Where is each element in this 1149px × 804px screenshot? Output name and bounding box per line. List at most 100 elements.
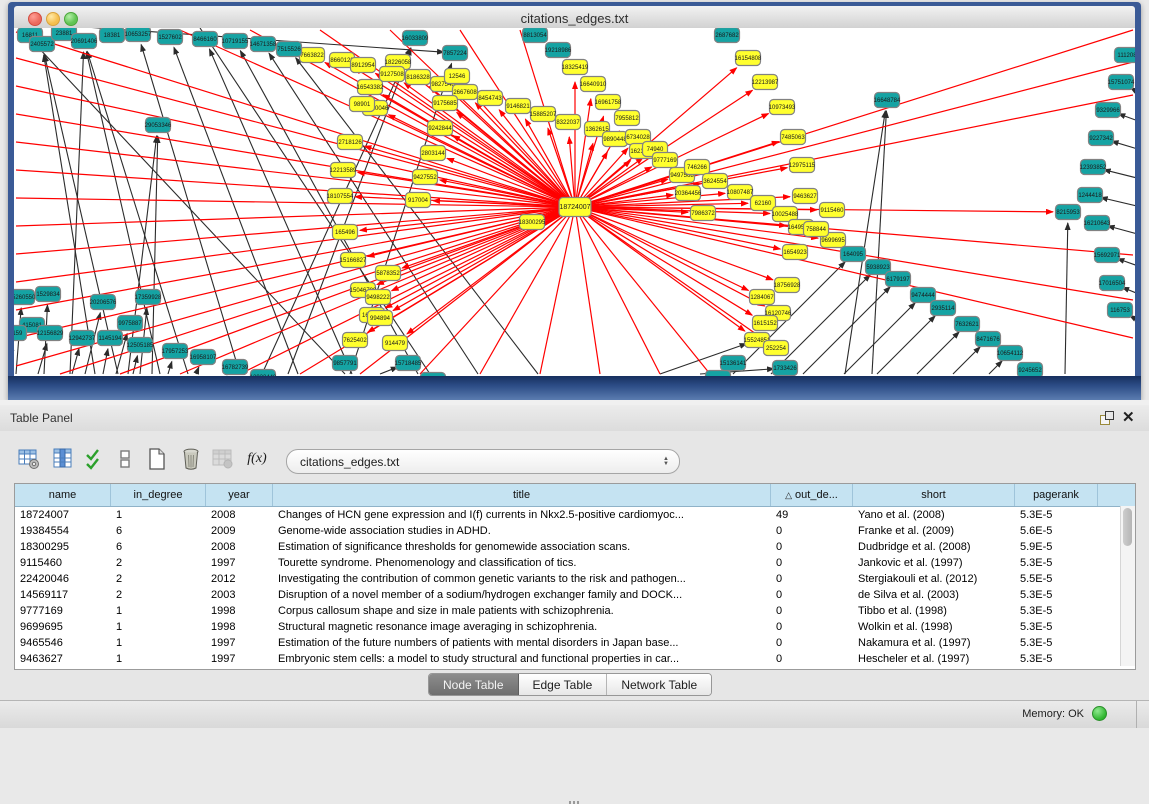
table-cell[interactable]: 1 [111,635,206,651]
graph-node[interactable]: 7857224 [443,46,468,61]
graph-node[interactable]: 2718126 [338,135,363,150]
graph-node[interactable]: 8471676 [976,332,1001,347]
table-cell[interactable]: 0 [771,523,853,539]
table-row[interactable]: 1938455462009Genome-wide association stu… [15,523,1135,539]
graph-node[interactable]: 12942737 [69,331,96,346]
graph-node[interactable]: 6179197 [886,272,911,287]
graph-node[interactable]: 15692971 [1094,248,1121,263]
graph-node[interactable]: 16958107 [190,350,217,365]
graph-node[interactable]: 8466160 [193,32,218,47]
table-cell[interactable]: 19384554 [15,523,111,539]
table-cell[interactable]: 5.9E-5 [1015,539,1098,555]
graph-node[interactable]: 9242844 [428,121,453,136]
table-cell[interactable]: 5.3E-5 [1015,587,1098,603]
graph-node[interactable]: 15136141 [720,356,747,371]
graph-node[interactable]: 914479 [383,336,408,351]
graph-node[interactable]: 18107554 [327,189,354,204]
table-cell[interactable]: Genome-wide association studies in ADHD. [273,523,771,539]
table-cell[interactable]: 0 [771,571,853,587]
float-panel-icon[interactable] [1100,411,1114,425]
graph-node[interactable]: 25260550 [14,290,36,305]
table-cell[interactable]: 0 [771,603,853,619]
column-header-out_de[interactable]: △out_de... [771,484,853,506]
delete-rows-icon[interactable] [178,446,204,472]
table-cell[interactable]: Estimation of significance thresholds fo… [273,539,771,555]
scrollbar-thumb[interactable] [1123,508,1132,546]
graph-node[interactable]: 3624554 [703,174,728,189]
new-table-icon[interactable] [144,446,170,472]
table-cell[interactable]: 5.5E-5 [1015,571,1098,587]
table-row[interactable]: 1872400712008Changes of HCN gene express… [15,507,1135,523]
graph-node[interactable]: 111208 [1115,48,1136,63]
graph-node[interactable]: 12156829 [37,326,64,341]
table-cell[interactable]: 6 [111,539,206,555]
graph-node[interactable]: 1244418 [1078,188,1103,203]
graph-node[interactable]: 15718485 [395,356,422,371]
graph-node[interactable]: 7986372 [691,206,716,221]
table-cell[interactable]: 1 [111,651,206,667]
graph-node[interactable]: 7955812 [615,111,640,126]
table-cell[interactable]: 0 [771,587,853,603]
graph-node[interactable]: 20691406 [71,34,98,49]
table-cell[interactable]: Estimation of the future numbers of pati… [273,635,771,651]
graph-node[interactable]: 758844 [804,222,829,237]
column-header-title[interactable]: title [273,484,771,506]
graph-node[interactable]: 16640910 [580,77,607,92]
graph-node[interactable]: 1733426 [773,361,798,376]
close-icon[interactable]: ✕ [1122,408,1135,426]
table-cell[interactable]: 9699695 [15,619,111,635]
table-cell[interactable]: Stergiakouli et al. (2012) [853,571,1015,587]
graph-node[interactable]: 10807487 [727,185,754,200]
graph-node[interactable]: 16648784 [874,93,901,108]
graph-node[interactable]: 9777169 [653,153,678,168]
column-header-name[interactable]: name [15,484,111,506]
table-cell[interactable]: 49 [771,507,853,523]
graph-node[interactable]: 12213987 [752,75,779,90]
graph-node-hub[interactable]: 18724007 [559,198,591,217]
graph-node[interactable]: 18756928 [774,278,801,293]
table-cell[interactable]: 9463627 [15,651,111,667]
graph-node[interactable]: 17016504 [1099,276,1126,291]
graph-node[interactable]: 9329966 [1096,103,1121,118]
graph-node[interactable]: 1527602 [158,30,183,45]
graph-node[interactable]: 10973493 [769,100,796,115]
graph-node[interactable]: 9474444 [911,288,936,303]
graph-node[interactable]: 1145194 [98,331,123,346]
graph-node[interactable]: 165496 [333,225,358,240]
table-cell[interactable]: Tourette syndrome. Phenomenology and cla… [273,555,771,571]
table-cell[interactable]: 1998 [206,619,273,635]
graph-node[interactable]: 10654112 [997,346,1024,361]
graph-node[interactable]: 9146821 [506,99,531,114]
table-cell[interactable]: Franke et al. (2009) [853,523,1015,539]
show-columns-icon[interactable] [50,446,76,472]
graph-node[interactable]: 1284067 [750,290,775,305]
graph-node[interactable]: 17359928 [135,290,162,305]
graph-node[interactable]: 9127508 [380,67,405,82]
column-header-year[interactable]: year [206,484,273,506]
column-header-pagerank[interactable]: pagerank [1015,484,1098,506]
table-cell[interactable]: 1998 [206,603,273,619]
graph-node[interactable]: 8186328 [406,70,431,85]
table-cell[interactable]: 2008 [206,539,273,555]
tab-edge-table[interactable]: Edge Table [519,674,608,695]
table-cell[interactable]: Jankovic et al. (1997) [853,555,1015,571]
graph-node[interactable]: 62160 [751,196,776,211]
table-cell[interactable]: 2 [111,571,206,587]
table-cell[interactable]: 1997 [206,555,273,571]
table-cell[interactable]: 2008 [206,507,273,523]
table-cell[interactable]: Hescheler et al. (1997) [853,651,1015,667]
graph-node[interactable]: 16961758 [595,95,622,110]
table-row[interactable]: 946554611997Estimation of the future num… [15,635,1135,651]
graph-node[interactable]: 14671358 [250,37,277,52]
tab-node-table[interactable]: Node Table [429,674,519,695]
graph-node[interactable]: 746266 [685,160,710,175]
column-header-in_degree[interactable]: in_degree [111,484,206,506]
graph-node[interactable]: 252254 [764,341,789,356]
graph-node[interactable]: 9890448 [603,132,628,147]
table-cell[interactable]: Investigating the contribution of common… [273,571,771,587]
table-cell[interactable]: 5.3E-5 [1015,603,1098,619]
graph-node[interactable]: 15751074 [1108,75,1135,90]
graph-node[interactable]: 8912954 [351,58,376,73]
table-cell[interactable]: 2012 [206,571,273,587]
graph-node[interactable]: 15885207 [530,107,557,122]
